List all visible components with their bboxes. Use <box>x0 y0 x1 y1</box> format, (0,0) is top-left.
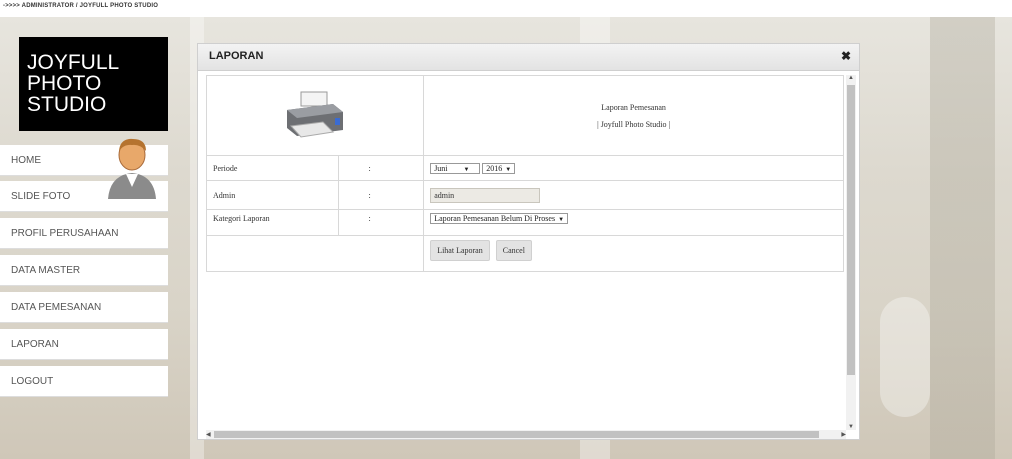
breadcrumb: ->>>> ADMINISTRATOR / JOYFULL PHOTO STUD… <box>3 3 159 9</box>
close-icon[interactable]: ✖ <box>841 49 851 63</box>
menu-item-logout[interactable]: LOGOUT <box>0 366 168 397</box>
printer-icon <box>287 91 344 138</box>
printer-cell <box>206 75 425 156</box>
panel-content: Laporan Pemesanan | Joyfull Photo Studio… <box>206 75 846 430</box>
horizontal-scrollbar[interactable]: ◀ ▶ <box>206 430 846 439</box>
admin-field[interactable]: admin <box>430 187 541 203</box>
admin-field-cell: admin <box>423 180 844 210</box>
menu-item-data-pemesanan[interactable]: DATA PEMESANAN <box>0 292 168 323</box>
logo: JOYFULL PHOTO STUDIO <box>19 37 168 131</box>
report-form: Laporan Pemesanan | Joyfull Photo Studio… <box>206 75 844 272</box>
menu-item-profil-perusahaan[interactable]: PROFIL PERUSAHAAN <box>0 218 168 249</box>
periode-colon: : <box>337 155 425 181</box>
report-subtitle: | Joyfull Photo Studio | <box>597 119 671 129</box>
empty-cell <box>206 235 425 272</box>
user-avatar-icon <box>108 138 156 199</box>
lihat-laporan-button[interactable]: Lihat Laporan <box>430 240 490 261</box>
report-title: Laporan Pemesanan <box>601 102 666 112</box>
panel-title: LAPORAN <box>209 50 264 62</box>
kategori-field: Laporan Pemesanan Belum Di Proses ▼ <box>423 209 844 236</box>
periode-field: Juni ▼ 2016 ▼ <box>423 155 844 181</box>
menu-item-data-master[interactable]: DATA MASTER <box>0 255 168 286</box>
cancel-button[interactable]: Cancel <box>495 240 532 261</box>
report-heading-cell: Laporan Pemesanan | Joyfull Photo Studio… <box>423 75 844 156</box>
periode-label: Periode <box>206 155 339 181</box>
year-select[interactable]: 2016 ▼ <box>482 162 516 174</box>
logo-text: JOYFULL PHOTO STUDIO <box>27 51 120 116</box>
admin-colon: : <box>337 180 425 210</box>
actions-cell: Lihat Laporan Cancel <box>423 235 844 272</box>
laporan-panel: LAPORAN ✖ Laporan Pemesanan | Joyfull Ph… <box>197 43 860 440</box>
horizontal-scroll-thumb[interactable] <box>214 431 819 438</box>
kategori-colon: : <box>337 209 425 236</box>
admin-label: Admin <box>206 180 339 210</box>
kategori-select[interactable]: Laporan Pemesanan Belum Di Proses ▼ <box>430 213 569 224</box>
vertical-scrollbar[interactable]: ▲ ▼ <box>846 75 856 430</box>
panel-header: LAPORAN ✖ <box>198 44 859 71</box>
vertical-scroll-thumb[interactable] <box>847 85 855 375</box>
kategori-label: Kategori Laporan <box>206 209 339 236</box>
menu-item-laporan[interactable]: LAPORAN <box>0 329 168 360</box>
month-select[interactable]: Juni ▼ <box>430 162 481 174</box>
